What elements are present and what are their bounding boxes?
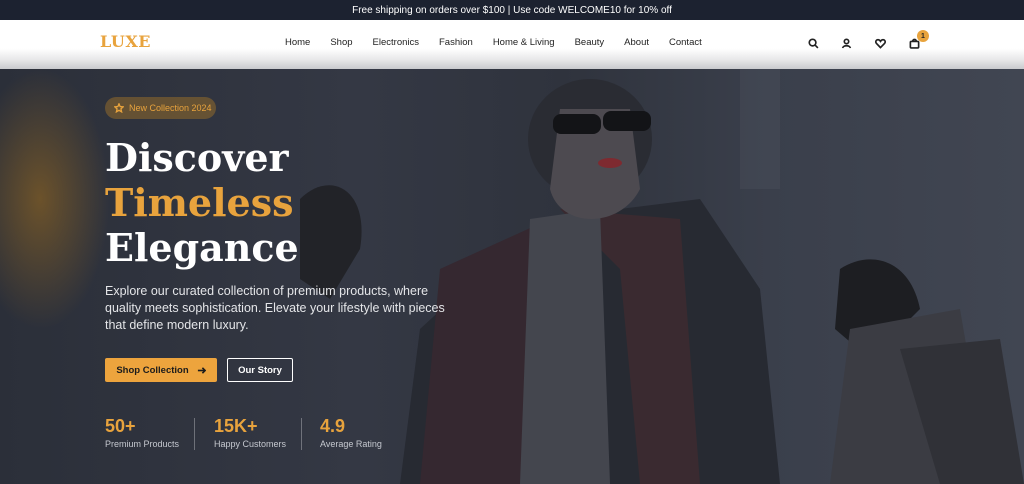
nav-item-fashion[interactable]: Fashion [439, 37, 473, 48]
stat-divider [301, 418, 302, 450]
stat-label: Premium Products [105, 439, 180, 449]
announcement-bar: Free shipping on orders over $100 | Use … [0, 0, 1024, 20]
our-story-button[interactable]: Our Story [227, 358, 293, 382]
nav-item-about[interactable]: About [624, 37, 649, 48]
headline-line-3: Elegance [105, 225, 299, 270]
nav-item-home[interactable]: Home [285, 37, 310, 48]
announcement-text: Free shipping on orders over $100 | Use … [352, 4, 672, 16]
nav-item-beauty[interactable]: Beauty [575, 37, 605, 48]
user-icon[interactable] [841, 38, 852, 49]
stat-value: 50+ [105, 416, 136, 436]
hero-section: New Collection 2024 Discover Timeless El… [0, 69, 1024, 484]
nav-menu: Home Shop Electronics Fashion Home & Liv… [285, 37, 702, 48]
hero-headline: Discover Timeless Elegance [105, 135, 299, 270]
nav-item-home-living[interactable]: Home & Living [493, 37, 555, 48]
search-icon[interactable] [808, 38, 819, 49]
nav-item-shop[interactable]: Shop [330, 37, 352, 48]
stat-happy-customers: 15K+ Happy Customers [214, 416, 286, 449]
headline-line-1: Discover [105, 135, 289, 180]
heart-icon[interactable] [875, 38, 886, 49]
main-navigation: LUXE Home Shop Electronics Fashion Home … [0, 20, 1024, 69]
hero-description: Explore our curated collection of premiu… [105, 284, 445, 332]
stat-divider [194, 418, 195, 450]
headline-line-2: Timeless [105, 180, 294, 225]
new-collection-badge: New Collection 2024 [105, 97, 216, 119]
stat-value: 4.9 [320, 416, 346, 436]
nav-item-contact[interactable]: Contact [669, 37, 702, 48]
badge-label: New Collection 2024 [129, 103, 212, 113]
stat-premium-products: 50+ Premium Products [105, 416, 179, 449]
stat-label: Average Rating [320, 439, 382, 449]
shop-collection-label: Shop Collection [116, 364, 189, 376]
cart-count-badge: 1 [917, 30, 929, 42]
stat-label: Happy Customers [214, 439, 287, 449]
arrow-right-icon [197, 366, 206, 374]
nav-item-electronics[interactable]: Electronics [373, 37, 419, 48]
logo[interactable]: LUXE [100, 32, 151, 51]
star-icon [114, 103, 124, 113]
stat-average-rating: 4.9 Average Rating [320, 416, 382, 449]
stat-value: 15K+ [214, 416, 258, 436]
shop-collection-button[interactable]: Shop Collection [105, 358, 217, 382]
